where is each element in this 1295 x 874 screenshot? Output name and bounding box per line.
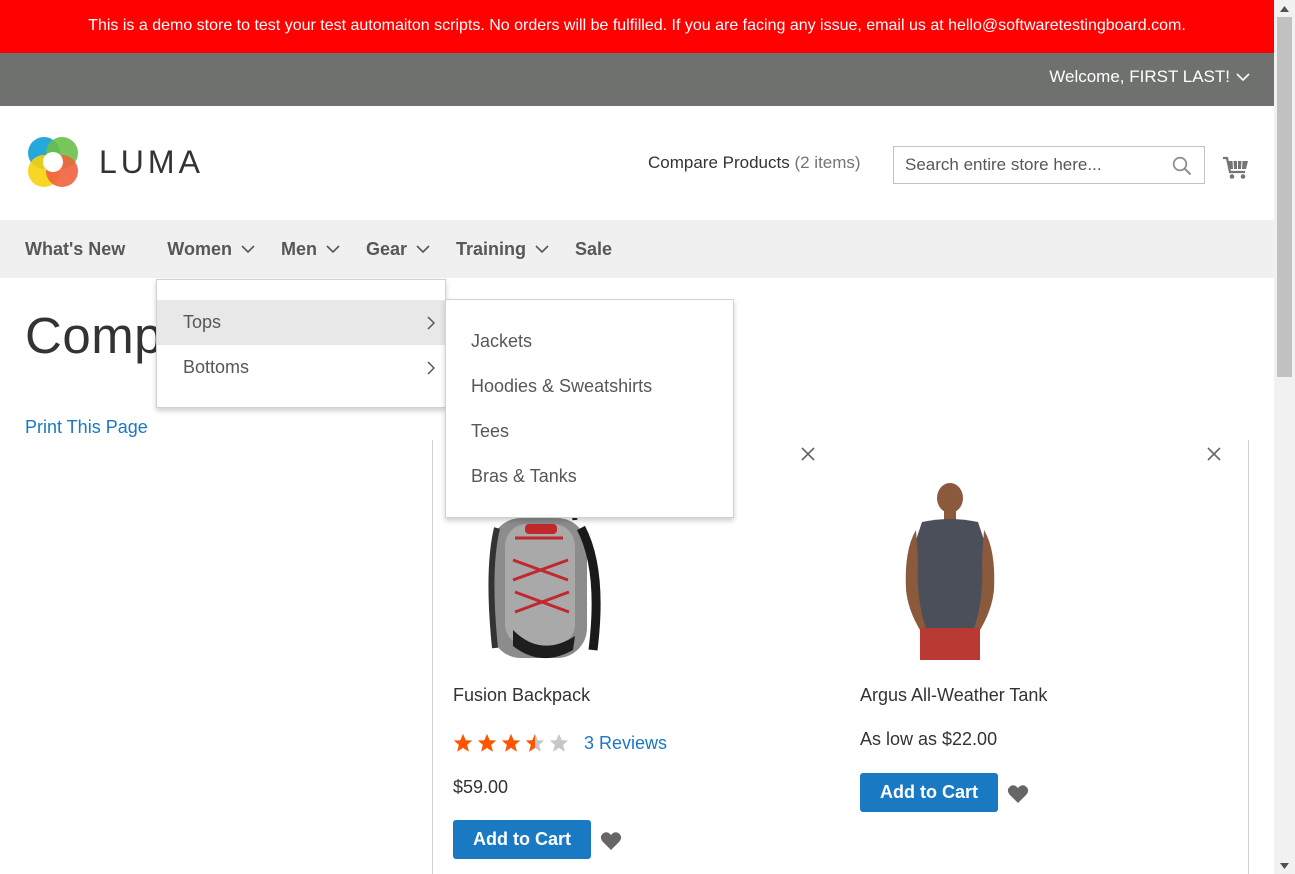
nav-item-women[interactable]: Women bbox=[167, 239, 255, 260]
product-price: As low as $22.00 bbox=[860, 729, 998, 749]
heart-wishlist-icon[interactable] bbox=[1007, 784, 1029, 804]
women-submenu: Tops Bottoms bbox=[156, 279, 446, 408]
print-page-link[interactable]: Print This Page bbox=[25, 417, 148, 438]
logo-wordmark: LUMA bbox=[99, 143, 204, 180]
star-empty-icon bbox=[549, 733, 569, 752]
nav-item-gear[interactable]: Gear bbox=[366, 239, 430, 260]
scroll-up-arrow-icon[interactable] bbox=[1274, 0, 1295, 17]
nav-label: Women bbox=[167, 238, 232, 259]
luma-logo-icon bbox=[28, 137, 78, 187]
submenu-item-bras-tanks[interactable]: Bras & Tanks bbox=[446, 454, 733, 499]
nav-item-training[interactable]: Training bbox=[456, 239, 549, 260]
chevron-down-icon bbox=[535, 245, 549, 254]
reviews-link[interactable]: 3 Reviews bbox=[584, 733, 667, 754]
nav-label: Sale bbox=[575, 238, 613, 259]
nav-item-men[interactable]: Men bbox=[281, 239, 340, 260]
star-full-icon bbox=[453, 733, 473, 752]
chevron-right-icon bbox=[427, 315, 435, 330]
demo-notice-text: This is a demo store to test your test a… bbox=[88, 17, 1186, 34]
product-image-tank[interactable] bbox=[860, 480, 1040, 660]
submenu-label: Tops bbox=[183, 312, 222, 332]
luma-logo[interactable]: LUMA bbox=[25, 134, 204, 190]
top-panel-header: Welcome, FIRST LAST! bbox=[0, 53, 1274, 106]
star-half-icon bbox=[525, 733, 545, 752]
shopping-cart-icon[interactable] bbox=[1222, 153, 1250, 181]
chevron-right-icon bbox=[427, 360, 435, 375]
product-name[interactable]: Fusion Backpack bbox=[453, 685, 590, 706]
compare-products-label: Compare Products bbox=[648, 153, 790, 172]
chevron-down-icon bbox=[241, 245, 255, 254]
product-price: $59.00 bbox=[453, 777, 509, 797]
nav-label: What's New bbox=[25, 238, 126, 259]
search-icon[interactable] bbox=[1172, 156, 1192, 176]
nav-label: Training bbox=[456, 238, 527, 259]
compare-products-count: (2 items) bbox=[794, 153, 861, 172]
product-cell: Argus All-Weather Tank As low as $22.00 … bbox=[840, 440, 1247, 874]
chevron-down-icon bbox=[416, 245, 430, 254]
submenu-item-tops[interactable]: Tops bbox=[157, 300, 445, 345]
tops-submenu: Jackets Hoodies & Sweatshirts Tees Bras … bbox=[445, 299, 734, 518]
main-navigation: What's New Women Men Gear Training Sale bbox=[0, 220, 1274, 278]
chevron-down-icon bbox=[1236, 73, 1250, 82]
nav-item-whats-new[interactable]: What's New bbox=[25, 239, 125, 260]
search-input[interactable] bbox=[894, 147, 1164, 183]
submenu-label: Bottoms bbox=[183, 357, 250, 377]
nav-label: Gear bbox=[365, 238, 407, 259]
add-to-cart-button[interactable]: Add to Cart bbox=[860, 773, 998, 812]
demo-notice-banner: This is a demo store to test your test a… bbox=[0, 0, 1274, 53]
product-rating: 3 Reviews bbox=[452, 732, 667, 754]
chevron-down-icon bbox=[326, 245, 340, 254]
nav-label: Men bbox=[280, 238, 317, 259]
vertical-scrollbar[interactable] bbox=[1274, 0, 1295, 874]
scrollbar-thumb[interactable] bbox=[1277, 17, 1292, 377]
search-box bbox=[893, 146, 1205, 184]
page: This is a demo store to test your test a… bbox=[0, 0, 1274, 874]
submenu-item-jackets[interactable]: Jackets bbox=[446, 319, 733, 364]
scroll-down-arrow-icon[interactable] bbox=[1274, 857, 1295, 874]
star-full-icon bbox=[501, 733, 521, 752]
add-to-cart-button[interactable]: Add to Cart bbox=[453, 820, 591, 859]
submenu-item-hoodies[interactable]: Hoodies & Sweatshirts bbox=[446, 364, 733, 409]
submenu-item-tees[interactable]: Tees bbox=[446, 409, 733, 454]
remove-product-icon[interactable] bbox=[800, 446, 816, 462]
remove-product-icon[interactable] bbox=[1206, 446, 1222, 462]
compare-products-link[interactable]: Compare Products (2 items) bbox=[648, 153, 861, 173]
header-content: LUMA Compare Products (2 items) bbox=[0, 106, 1274, 220]
customer-welcome-menu[interactable]: Welcome, FIRST LAST! bbox=[1049, 67, 1250, 87]
product-name[interactable]: Argus All-Weather Tank bbox=[860, 685, 1047, 706]
star-full-icon bbox=[477, 733, 497, 752]
welcome-text: Welcome, FIRST LAST! bbox=[1049, 67, 1230, 86]
submenu-item-bottoms[interactable]: Bottoms bbox=[157, 345, 445, 390]
heart-wishlist-icon[interactable] bbox=[600, 831, 622, 851]
nav-item-sale[interactable]: Sale bbox=[575, 239, 612, 260]
